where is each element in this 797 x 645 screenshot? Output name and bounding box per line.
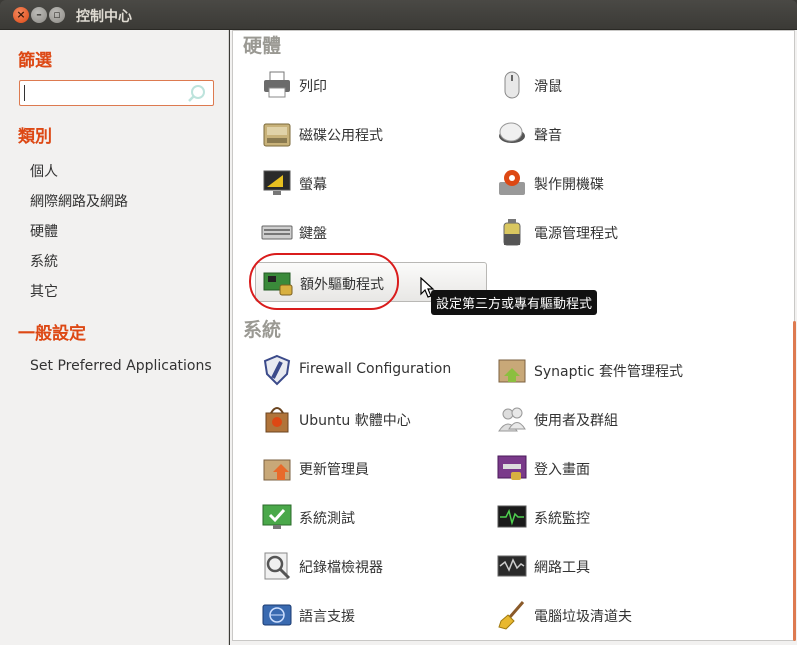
software-center-icon [265,407,289,433]
system-test-icon [262,504,292,529]
maximize-icon[interactable]: ▫ [49,7,65,23]
search-input[interactable] [19,80,214,106]
main-area: 硬體 列印 滑鼠 磁碟公用程式 聲音 螢幕 製作開機碟 鍵盤 電源管理程式 額外… [230,30,797,645]
applet-label: Firewall Configuration [299,361,452,377]
sidebar-item-system[interactable]: 系統 [30,251,58,271]
applet-update-manager[interactable]: 更新管理員 [261,448,471,488]
broom-icon [498,601,525,630]
keyboard-icon [261,225,293,240]
shield-icon [263,354,291,386]
applet-language-support[interactable]: 語言支援 [261,595,471,635]
text-caret [24,85,25,101]
network-tools-icon [497,555,527,577]
language-icon [262,604,292,626]
applet-printing[interactable]: 列印 [261,65,471,105]
sidebar-item-hardware[interactable]: 硬體 [30,221,58,241]
applet-firewall[interactable]: Firewall Configuration [261,350,471,390]
section-system-title: 系統 [243,319,282,341]
package-icon [498,359,526,383]
log-viewer-icon [264,552,291,580]
applet-label: Synaptic 套件管理程式 [534,364,684,380]
applet-label: 系統監控 [534,511,590,527]
applet-label: 聲音 [534,128,562,144]
users-icon [498,407,526,432]
applet-label: 磁碟公用程式 [299,128,383,144]
sidebar-item-other[interactable]: 其它 [30,281,58,301]
search-icon [188,85,205,102]
applet-label: 螢幕 [299,177,327,193]
applet-label: 紀錄檔檢視器 [299,560,383,576]
update-icon [263,459,291,481]
section-hardware-title: 硬體 [243,35,282,57]
sound-icon [499,122,525,143]
window-title: 控制中心 [76,9,132,25]
startup-disk-icon [499,170,525,195]
login-screen-icon [497,455,527,480]
applet-label: 滑鼠 [534,79,562,95]
category-heading: 類別 [18,127,52,147]
system-monitor-icon [497,505,527,528]
applet-synaptic[interactable]: Synaptic 套件管理程式 [496,350,706,390]
applet-label: 電源管理程式 [534,226,618,242]
title-bar: × – ▫ 控制中心 [0,0,797,30]
applet-label: 語言支援 [299,609,355,625]
applet-log-viewer[interactable]: 紀錄檔檢視器 [261,546,471,586]
applet-software-center[interactable]: Ubuntu 軟體中心 [261,399,471,439]
applet-label: 鍵盤 [299,226,327,242]
applet-startup-disk[interactable]: 製作開機碟 [496,163,706,203]
battery-icon [503,219,521,246]
applet-monitors[interactable]: 螢幕 [261,163,471,203]
general-settings-heading: 一般設定 [18,324,86,344]
applet-disk-utility[interactable]: 磁碟公用程式 [261,114,471,154]
applet-computer-janitor[interactable]: 電腦垃圾清道夫 [496,595,706,635]
printer-icon [264,71,290,98]
applet-label: 更新管理員 [299,462,369,478]
applet-label: 電腦垃圾清道夫 [534,609,632,625]
hard-disk-icon [263,123,291,147]
applet-label: 使用者及群組 [534,413,618,429]
applet-system-testing[interactable]: 系統測試 [261,497,471,537]
minimize-icon[interactable]: – [31,7,47,23]
applet-users-groups[interactable]: 使用者及群組 [496,399,706,439]
applet-label: 登入畫面 [534,462,590,478]
applet-label: 網路工具 [534,560,590,576]
tooltip: 設定第三方或專有驅動程式 [431,290,598,315]
applet-label: 列印 [299,79,327,95]
applet-system-monitor[interactable]: 系統監控 [496,497,706,537]
annotation-ring [249,253,399,310]
applet-label: Ubuntu 軟體中心 [299,413,411,429]
sidebar-item-preferred-apps[interactable]: Set Preferred Applications [30,358,212,374]
applet-label: 製作開機碟 [534,177,604,193]
sidebar: 篩選 類別 個人 網際網路及網路 硬體 系統 其它 一般設定 Set Prefe… [0,30,229,645]
applet-power-manager[interactable]: 電源管理程式 [496,212,706,252]
applet-login-screen[interactable]: 登入畫面 [496,448,706,488]
sidebar-item-internet-network[interactable]: 網際網路及網路 [30,191,128,211]
applet-pane: 硬體 列印 滑鼠 磁碟公用程式 聲音 螢幕 製作開機碟 鍵盤 電源管理程式 額外… [232,30,796,641]
mouse-icon [504,71,520,99]
sidebar-item-personal[interactable]: 個人 [30,161,58,181]
applet-keyboard[interactable]: 鍵盤 [261,212,471,252]
close-icon[interactable]: × [13,7,29,23]
applet-label: 系統測試 [299,511,355,527]
filter-heading: 篩選 [18,51,52,71]
applet-network-tools[interactable]: 網路工具 [496,546,706,586]
applet-sound[interactable]: 聲音 [496,114,706,154]
monitor-icon [263,170,291,195]
applet-mouse[interactable]: 滑鼠 [496,65,706,105]
scrollbar[interactable] [793,321,796,641]
